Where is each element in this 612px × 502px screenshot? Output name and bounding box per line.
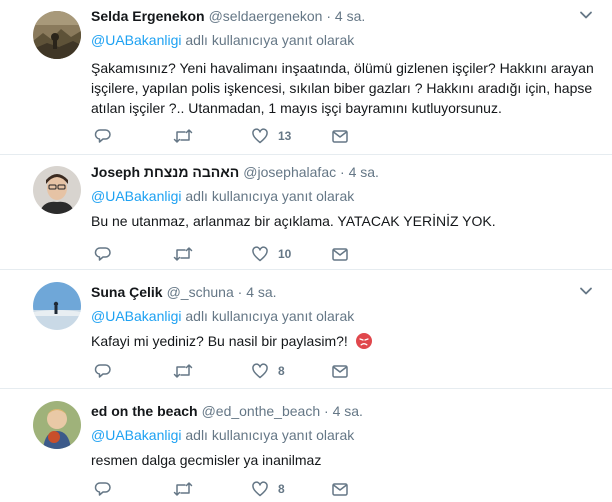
timestamp[interactable]: 4 sa. [246,284,276,300]
separator: · [324,403,329,419]
reply-mention-link[interactable]: @UABakanligi [91,188,181,204]
chevron-down-icon[interactable] [578,283,594,299]
reply-mention-link[interactable]: @UABakanligi [91,308,181,324]
tweet-actions: 8 [91,479,391,499]
reply-icon [94,247,111,261]
heart-icon [252,128,268,144]
retweet-icon [173,247,193,261]
tweet-text-line: Şakamısınız? Yeni havalimanı inşaatında,… [91,60,594,76]
reply-context: @UABakanligi adlı kullanıcıya yanıt olar… [91,30,594,50]
author-handle[interactable]: @seldaergenekon [209,8,323,24]
retweet-icon [173,364,193,378]
like-count: 8 [278,482,285,496]
reply-button[interactable] [94,126,112,146]
direct-message-button[interactable] [331,361,349,381]
angry-face-icon [355,333,372,349]
reply-button[interactable] [94,361,112,381]
reply-context-label: adlı kullanıcıya yanıt olarak [185,188,355,204]
timestamp[interactable]: 4 sa. [335,8,365,24]
timestamp[interactable]: 4 sa. [333,403,363,419]
like-count: 10 [278,247,292,261]
reply-context: @UABakanligi adlı kullanıcıya yanıt olar… [91,186,594,206]
tweet-item[interactable]: Selda Ergenekon @seldaergenekon · 4 sa. @… [0,0,612,155]
tweet-item[interactable]: Joseph האהבה מנצחת @josephalafac · 4 sa. … [0,155,612,270]
reply-context: @UABakanligi adlı kullanıcıya yanıt olar… [91,306,594,326]
reply-icon [94,482,111,496]
tweet-text: Şakamısınız? Yeni havalimanı inşaatında,… [91,58,594,118]
tweet-text-line: atılan işçiler ?.. Utanmadan, 1 mayıs iş… [91,100,502,116]
avatar[interactable] [33,401,81,449]
retweet-button[interactable] [173,361,193,381]
tweet-text: Bu ne utanmaz, arlanmaz bir açıklama. YA… [91,211,594,231]
direct-message-button[interactable] [331,479,349,499]
tweet-item[interactable]: ed on the beach @ed_onthe_beach · 4 sa. @… [0,389,612,502]
tweet-actions: 13 [91,126,391,146]
like-button[interactable]: 13 [251,126,291,146]
like-button[interactable]: 10 [251,244,291,264]
tweet-text: resmen dalga gecmisler ya inanilmaz [91,450,594,470]
direct-message-button[interactable] [331,244,349,264]
reply-icon [94,364,111,378]
tweet-actions: 10 [91,244,391,264]
avatar[interactable] [33,166,81,214]
retweet-icon [173,129,193,143]
heart-icon [252,363,268,379]
retweet-button[interactable] [173,126,193,146]
like-count: 8 [278,364,285,378]
like-button[interactable]: 8 [251,361,285,381]
tweet-text-line: Kafayi mi yediniz? Bu nasil bir paylasim… [91,333,348,349]
reply-mention-link[interactable]: @UABakanligi [91,32,181,48]
envelope-icon [332,130,348,143]
envelope-icon [332,365,348,378]
reply-button[interactable] [94,479,112,499]
reply-icon [94,129,111,143]
tweet-text: Kafayi mi yediniz? Bu nasil bir paylasim… [91,331,594,351]
reply-button[interactable] [94,244,112,264]
reply-context-label: adlı kullanıcıya yanıt olarak [185,32,355,48]
author-name[interactable]: Suna Çelik [91,284,163,300]
envelope-icon [332,483,348,496]
reply-context-label: adlı kullanıcıya yanıt olarak [185,308,355,324]
retweet-button[interactable] [173,479,193,499]
author-handle[interactable]: @_schuna [167,284,234,300]
envelope-icon [332,248,348,261]
timestamp[interactable]: 4 sa. [349,164,379,180]
author-name[interactable]: ed on the beach [91,403,198,419]
like-button[interactable]: 8 [251,479,285,499]
reply-mention-link[interactable]: @UABakanligi [91,427,181,443]
reply-context: @UABakanligi adlı kullanıcıya yanıt olar… [91,425,594,445]
separator: · [237,284,243,300]
reply-feed: Selda Ergenekon @seldaergenekon · 4 sa. @… [0,0,612,502]
heart-icon [252,246,268,262]
tweet-text-line: resmen dalga gecmisler ya inanilmaz [91,452,322,468]
avatar[interactable] [33,11,81,59]
like-count: 13 [278,129,292,143]
tweet-actions: 8 [91,361,391,381]
author-name[interactable]: Joseph האהבה מנצחת [91,164,239,180]
reply-context-label: adlı kullanıcıya yanıt olarak [185,427,355,443]
retweet-button[interactable] [173,244,193,264]
author-handle[interactable]: @josephalafac [243,164,336,180]
author-handle[interactable]: @ed_onthe_beach [202,403,321,419]
direct-message-button[interactable] [331,126,349,146]
chevron-down-icon[interactable] [578,7,594,23]
separator: · [340,164,345,180]
author-name[interactable]: Selda Ergenekon [91,8,205,24]
tweet-text-line: işçilere, yapılan polis işkencesi, sıkıl… [91,80,593,96]
tweet-item[interactable]: Suna Çelik @_schuna · 4 sa. @UABakanligi … [0,270,612,389]
tweet-text-line: Bu ne utanmaz, arlanmaz bir açıklama. YA… [91,213,496,229]
heart-icon [252,481,268,497]
avatar[interactable] [33,282,81,330]
retweet-icon [173,482,193,496]
separator: · [326,8,332,24]
